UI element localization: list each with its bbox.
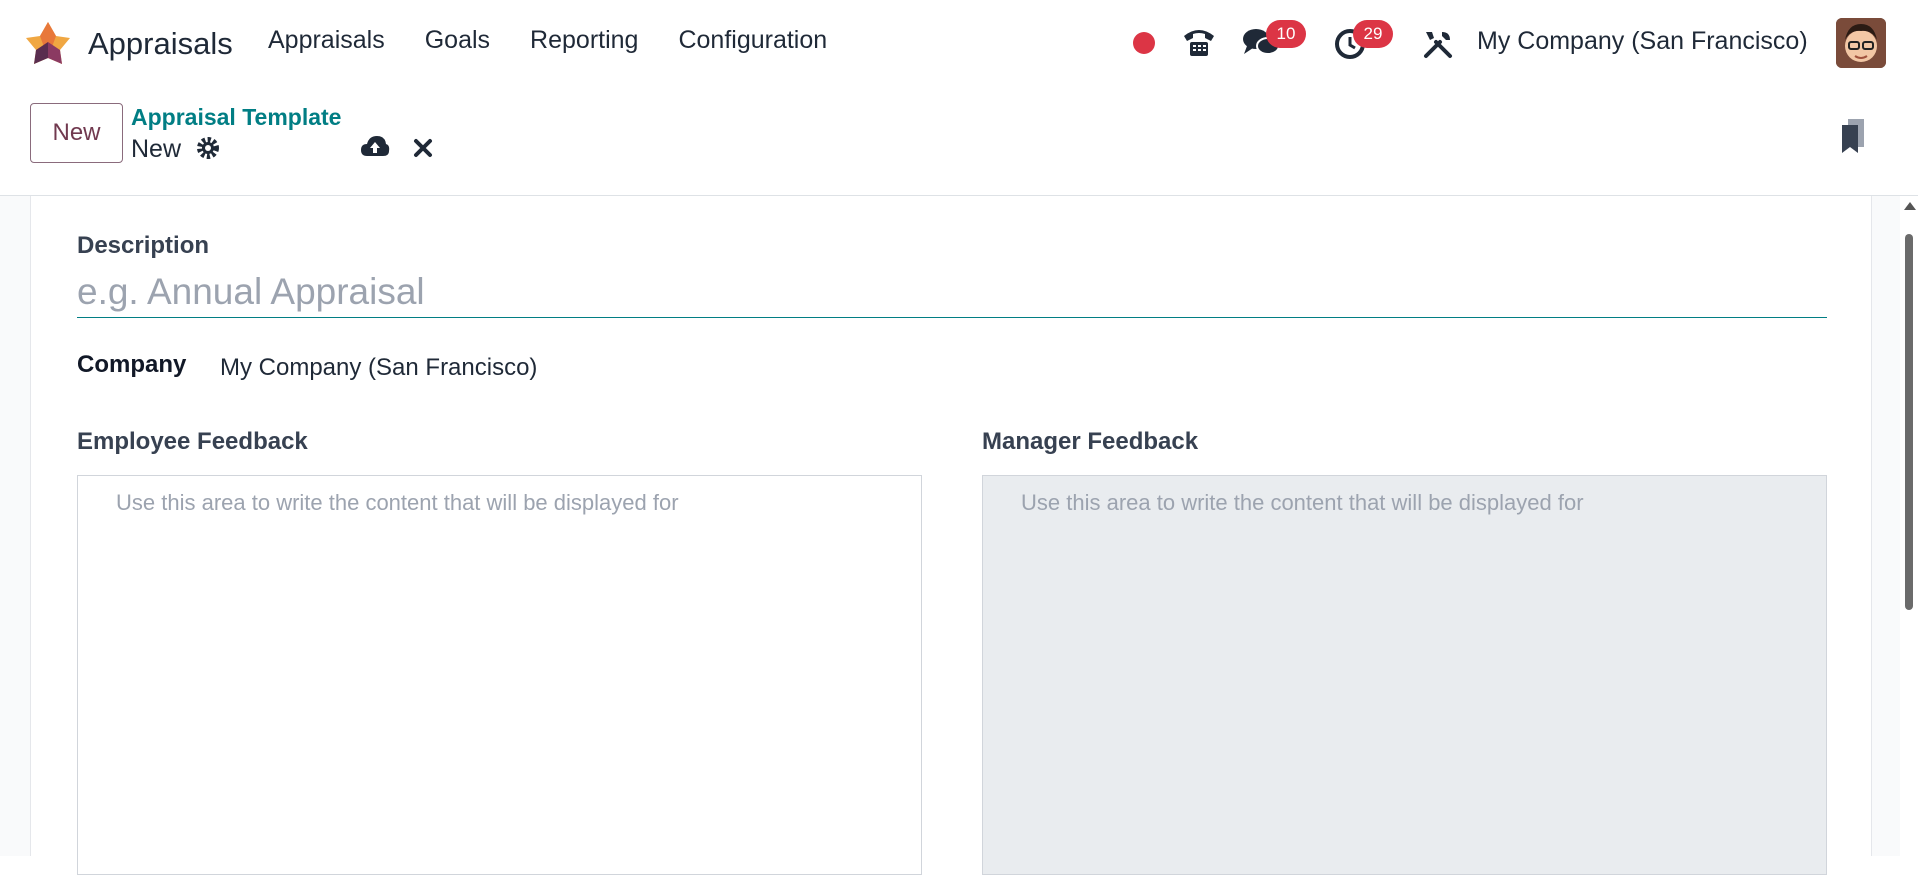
- gear-icon[interactable]: [196, 136, 220, 160]
- company-label: Company: [77, 351, 187, 378]
- employee-feedback-editor[interactable]: Use this area to write the content that …: [77, 475, 922, 875]
- form-view: Description Company My Company (San Fran…: [0, 196, 1918, 875]
- menu-item-goals[interactable]: Goals: [425, 26, 490, 55]
- activities-badge: 29: [1353, 20, 1393, 48]
- messages-badge: 10: [1266, 20, 1306, 48]
- tools-icon[interactable]: [1422, 28, 1454, 60]
- user-avatar[interactable]: [1836, 18, 1886, 68]
- description-label: Description: [77, 232, 210, 259]
- employee-feedback-label: Employee Feedback: [77, 428, 308, 455]
- menu-item-appraisals[interactable]: Appraisals: [268, 26, 385, 55]
- app-brand[interactable]: Appraisals: [26, 20, 233, 66]
- vertical-scrollbar[interactable]: [1900, 196, 1918, 856]
- main-menu: Appraisals Goals Reporting Configuration: [268, 26, 867, 55]
- breadcrumb-link[interactable]: Appraisal Template: [131, 104, 341, 131]
- scroll-thumb[interactable]: [1905, 234, 1913, 610]
- close-icon[interactable]: [412, 137, 434, 159]
- manager-feedback-label: Manager Feedback: [982, 428, 1199, 455]
- app-logo-icon: [26, 22, 70, 64]
- menu-item-reporting[interactable]: Reporting: [530, 26, 638, 55]
- record-name: New: [131, 135, 182, 163]
- scroll-up-arrow[interactable]: [1904, 202, 1916, 210]
- top-navbar: Appraisals Appraisals Goals Reporting Co…: [0, 0, 1918, 88]
- company-value: My Company (San Francisco): [220, 354, 538, 381]
- employee-feedback-placeholder: Use this area to write the content that …: [116, 490, 679, 515]
- new-button[interactable]: New: [30, 103, 123, 163]
- menu-item-configuration[interactable]: Configuration: [678, 26, 827, 55]
- manager-feedback-placeholder: Use this area to write the content that …: [1021, 490, 1584, 515]
- recording-indicator[interactable]: [1133, 32, 1155, 54]
- cloud-upload-icon[interactable]: [360, 134, 390, 160]
- company-switcher[interactable]: My Company (San Francisco): [1477, 27, 1808, 56]
- phone-icon[interactable]: [1181, 24, 1217, 60]
- form-sheet: Description Company My Company (San Fran…: [30, 196, 1872, 875]
- control-panel: New Appraisal Template New: [0, 88, 1918, 196]
- bookmark-icon[interactable]: [1840, 117, 1866, 155]
- app-name: Appraisals: [88, 26, 233, 61]
- manager-feedback-editor: Use this area to write the content that …: [982, 475, 1827, 875]
- description-input[interactable]: [77, 266, 1827, 318]
